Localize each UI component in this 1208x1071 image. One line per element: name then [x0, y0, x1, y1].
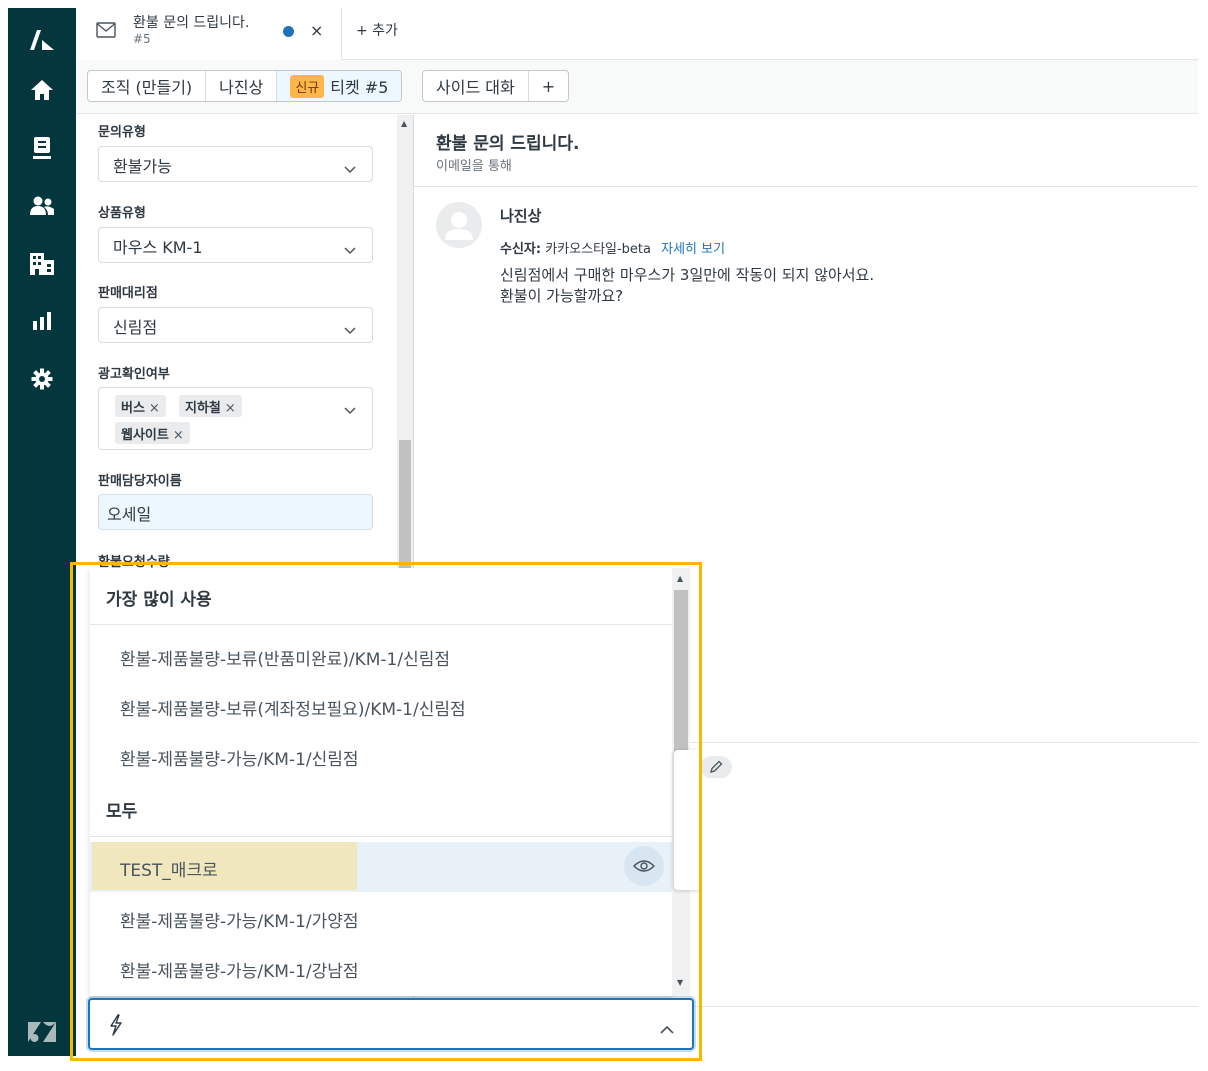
field-label-sales-rep: 판매담당자이름: [98, 474, 182, 489]
tag-subway: 지하철 ×: [179, 395, 242, 417]
ticket-subject: 환불 문의 드립니다.: [436, 134, 580, 154]
recipient-label: 수신자:: [500, 242, 542, 257]
message-line: 신림점에서 구매한 마우스가 3일만에 작동이 되지 않아서요.: [500, 266, 875, 284]
channel-via: 이메일을 통해: [436, 159, 512, 174]
ad-check-multiselect[interactable]: 버스 × 지하철 × 웹사이트 ×: [98, 387, 373, 450]
product-type-value: 마우스 KM-1: [113, 238, 203, 257]
pencil-icon: [710, 760, 723, 773]
field-label-product-type: 상품유형: [98, 206, 146, 221]
ticket-properties-panel: 문의유형 환불가능 상품유형 마우스 KM-1 판매대리점 신림점 광고확인여부…: [76, 115, 414, 570]
mail-icon: [96, 22, 116, 42]
reporting-icon[interactable]: [8, 301, 76, 341]
zendesk-product-icon[interactable]: [8, 1012, 76, 1052]
ticket-tab[interactable]: 환불 문의 드립니다. #5 ×: [76, 8, 342, 60]
conversation-header: 환불 문의 드립니다. 이메일을 통해: [414, 115, 1198, 187]
close-tab-button[interactable]: ×: [310, 21, 323, 40]
home-icon[interactable]: [8, 70, 76, 110]
highlight-frame: [70, 562, 702, 1061]
scroll-up-arrow-icon[interactable]: ▲: [401, 119, 407, 128]
remove-tag-button[interactable]: ×: [149, 401, 160, 416]
ticket-tab-title: 환불 문의 드립니다.: [133, 15, 250, 31]
add-side-conversation-button[interactable]: +: [529, 71, 568, 101]
properties-scrollbar[interactable]: ▲: [397, 115, 413, 570]
chevron-down-icon: [344, 159, 356, 178]
breadcrumb-organization[interactable]: 조직 (만들기): [88, 71, 207, 101]
avatar: [436, 202, 482, 248]
reseller-select[interactable]: 신림점: [98, 307, 373, 343]
message-recipient: 수신자: 카카오스타일-beta 자세히 보기: [500, 238, 725, 257]
side-conversation-group: 사이드 대화 +: [422, 70, 570, 102]
ticket-tab-number: #5: [133, 32, 151, 46]
tag-website: 웹사이트 ×: [115, 422, 190, 444]
sales-rep-input[interactable]: 오세일: [98, 494, 373, 530]
zendesk-logo-icon[interactable]: [8, 20, 76, 60]
status-badge: 신규: [290, 74, 325, 98]
edit-pencil-button[interactable]: [700, 756, 732, 778]
product-type-select[interactable]: 마우스 KM-1: [98, 227, 373, 263]
field-label-ad-check: 광고확인여부: [98, 367, 170, 382]
remove-tag-button[interactable]: ×: [225, 401, 236, 416]
add-tab-button[interactable]: + 추가: [356, 20, 398, 40]
side-conversation-button[interactable]: 사이드 대화: [423, 71, 529, 101]
show-details-link[interactable]: 자세히 보기: [661, 242, 725, 257]
unsaved-dot: [283, 26, 294, 37]
inquiry-type-select[interactable]: 환불가능: [98, 146, 373, 182]
views-icon[interactable]: [8, 128, 76, 168]
breadcrumb: 조직 (만들기) 나진상 신규 티켓 #5: [87, 70, 403, 102]
nav-rail: [8, 8, 76, 1056]
breadcrumb-ticket-label: 티켓 #5: [330, 78, 389, 97]
organizations-icon[interactable]: [8, 244, 76, 284]
chevron-down-icon: [344, 320, 356, 339]
chevron-down-icon: [344, 240, 356, 259]
message-line: 환불이 가능할까요?: [500, 287, 624, 305]
customers-icon[interactable]: [8, 186, 76, 226]
field-label-reseller: 판매대리점: [98, 286, 158, 301]
settings-gear-icon[interactable]: [8, 359, 76, 399]
scrollbar-thumb[interactable]: [399, 440, 411, 570]
recipient-value: 카카오스타일-beta: [545, 242, 651, 257]
field-label-inquiry-type: 문의유형: [98, 125, 146, 140]
remove-tag-button[interactable]: ×: [173, 428, 184, 443]
message-body: 신림점에서 구매한 마우스가 3일만에 작동이 되지 않아서요. 환불이 가능할…: [500, 265, 874, 307]
tag-bus: 버스 ×: [115, 395, 166, 417]
breadcrumb-requester[interactable]: 나진상: [206, 71, 278, 101]
reseller-value: 신림점: [113, 318, 158, 337]
workspace-tab-bar: 환불 문의 드립니다. #5 × + 추가: [76, 8, 1198, 60]
message-author[interactable]: 나진상: [500, 205, 541, 226]
breadcrumb-ticket[interactable]: 신규 티켓 #5: [277, 71, 402, 101]
ticket-context-bar: 조직 (만들기) 나진상 신규 티켓 #5 사이드 대화 +: [76, 60, 1198, 114]
chevron-down-icon: [344, 400, 356, 419]
inquiry-type-value: 환불가능: [113, 157, 172, 176]
